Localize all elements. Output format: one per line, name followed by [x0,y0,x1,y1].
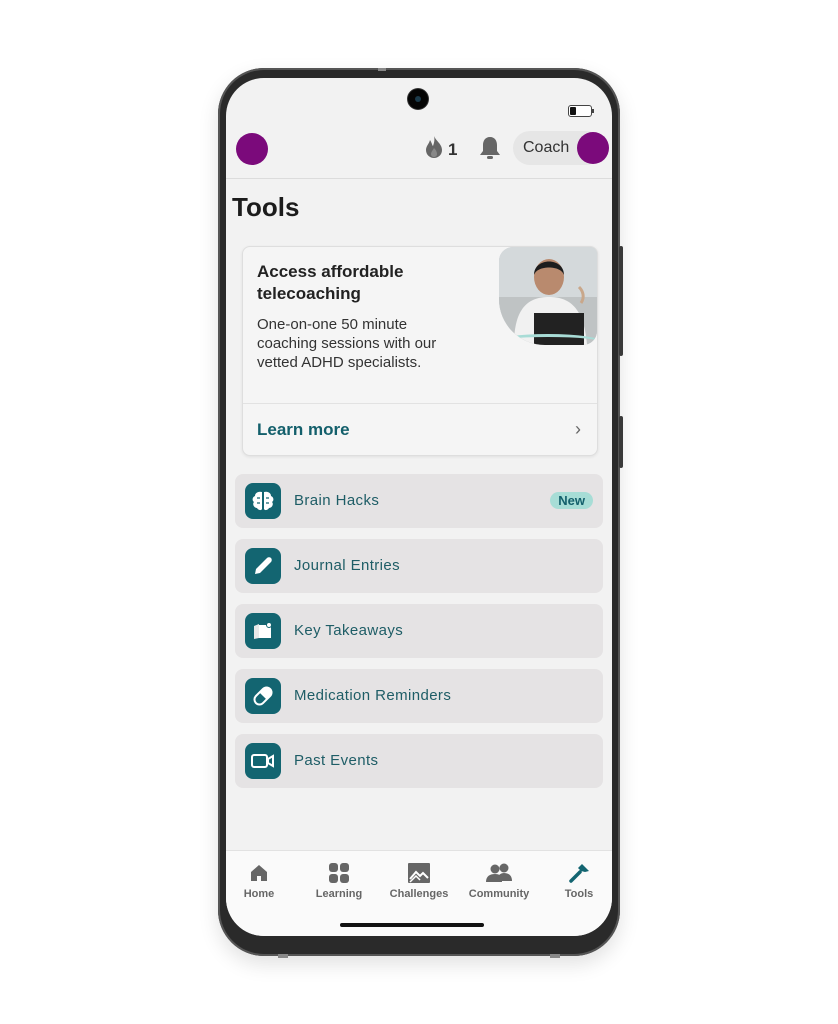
phone-frame: 1 Coach Tools Access affordable telecoac… [218,68,623,958]
nav-label: Challenges [389,888,449,900]
video-camera-icon [245,743,281,779]
nav-item-community[interactable]: Community [461,861,537,900]
coach-button[interactable]: Coach [513,131,609,165]
nav-item-home[interactable]: Home [226,861,297,900]
bottom-nav: Home Learning Challenges Community Tools [226,850,612,936]
divider [243,403,597,404]
frame-detail [378,68,386,71]
page-title: Tools [232,192,300,222]
mountain-image-icon [381,861,457,885]
tools-list: Brain Hacks New Journal Entries Key Take… [235,474,603,799]
home-indicator[interactable] [340,923,484,927]
profile-avatar[interactable] [236,133,268,165]
volume-button [619,246,623,356]
power-button [619,416,623,468]
nav-item-tools[interactable]: Tools [541,861,612,900]
tool-label: Brain Hacks [294,492,380,509]
nav-label: Home [243,888,275,900]
tool-label: Journal Entries [294,557,401,574]
chevron-right-icon[interactable]: › [575,419,581,440]
app-screen: 1 Coach Tools Access affordable telecoac… [226,78,612,936]
frame-detail [550,954,560,958]
new-badge: New [550,492,593,509]
learn-more-link[interactable]: Learn more [257,420,350,440]
battery-icon [568,105,594,117]
nav-label: Learning [315,888,363,900]
tool-label: Key Takeaways [294,622,404,639]
grid-icon [301,861,377,885]
nav-item-learning[interactable]: Learning [301,861,377,900]
pencil-icon [245,548,281,584]
promo-title: Access affordable telecoaching [257,262,404,303]
tool-item-key-takeaways[interactable]: Key Takeaways [235,604,603,658]
frame-detail [278,954,288,958]
home-icon [226,861,297,885]
tool-label: Past Events [294,752,379,769]
bell-icon[interactable] [478,135,502,166]
app-header: 1 Coach [226,130,612,179]
nav-label: Tools [564,888,594,900]
flame-icon [424,135,444,164]
tool-label: Medication Reminders [294,687,452,704]
streak-counter[interactable]: 1 [424,135,457,164]
nav-item-challenges[interactable]: Challenges [381,861,457,900]
telecoaching-card[interactable]: Access affordable telecoaching One-on-on… [242,246,598,456]
coach-label: Coach [523,139,570,156]
brain-icon [245,483,281,519]
streak-count: 1 [448,139,458,159]
promo-image [499,247,597,345]
front-camera [408,89,428,109]
hammer-icon [541,861,612,885]
people-icon [461,861,537,885]
tool-item-medication-reminders[interactable]: Medication Reminders [235,669,603,723]
tool-item-past-events[interactable]: Past Events [235,734,603,788]
nav-label: Community [468,888,530,900]
promo-description: One-on-one 50 minute coaching sessions w… [257,316,437,371]
tool-item-brain-hacks[interactable]: Brain Hacks New [235,474,603,528]
tool-item-journal-entries[interactable]: Journal Entries [235,539,603,593]
pill-icon [245,678,281,714]
sticky-note-icon [245,613,281,649]
coach-avatar [577,132,609,164]
